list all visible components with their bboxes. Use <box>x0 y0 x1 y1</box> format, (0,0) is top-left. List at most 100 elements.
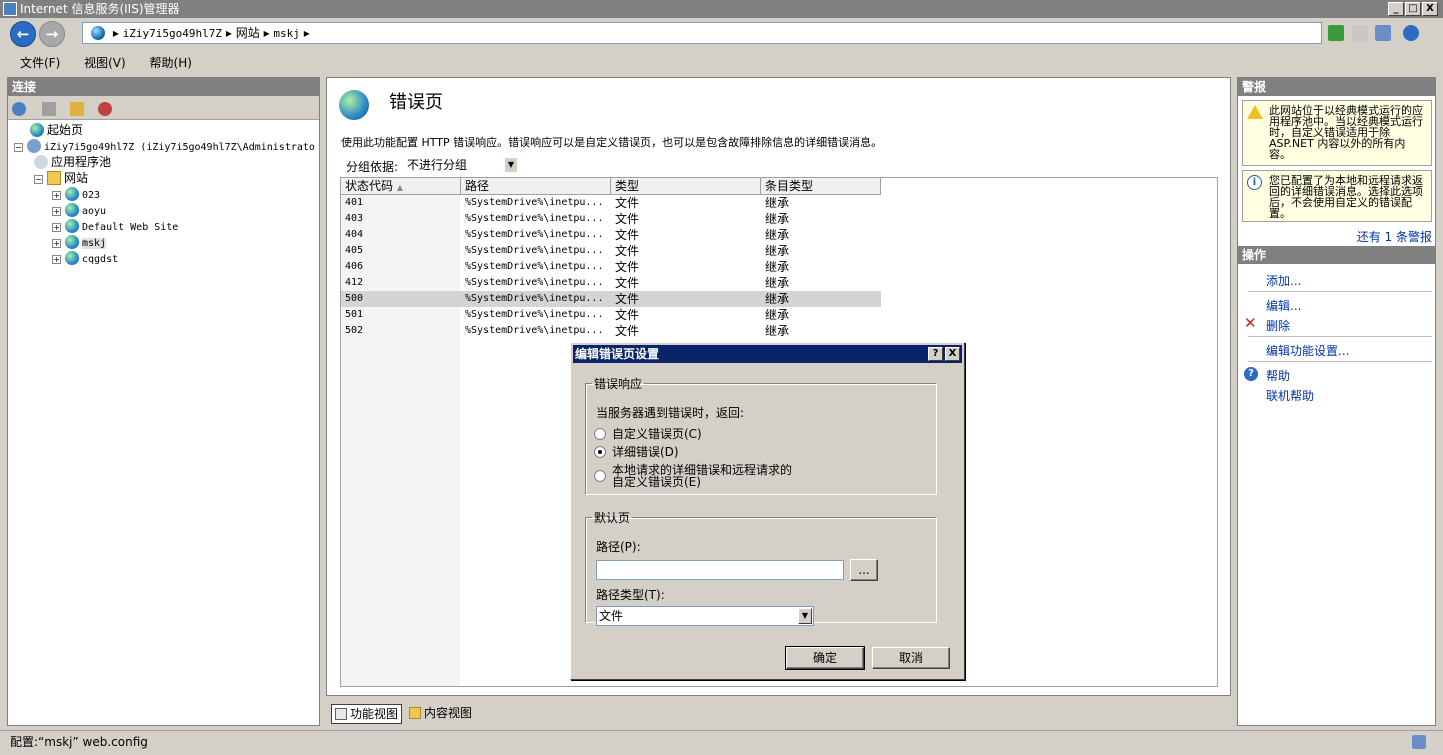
disconnect-icon[interactable] <box>98 102 112 116</box>
close-button[interactable]: X <box>1422 2 1438 16</box>
table-row[interactable]: 403 %SystemDrive%\inetpu... 文件 继承 <box>341 211 881 227</box>
col-path[interactable]: 路径 <box>461 178 611 195</box>
tree-node-label[interactable]: iZiy7i5go49hl7Z (iZiy7i5go49hl7Z\Adminis… <box>44 142 315 153</box>
cancel-button[interactable]: 取消 <box>872 647 950 669</box>
stop-icon[interactable] <box>1352 25 1368 41</box>
alert-detailed-errors: i 您已配置了为本地和远程请求返回的详细错误消息。选择此选项后，不会使用自定义的… <box>1242 170 1432 222</box>
radio-local-detailed[interactable] <box>594 470 606 482</box>
table-row[interactable]: 401 %SystemDrive%\inetpu... 文件 继承 <box>341 195 881 211</box>
back-arrow-icon[interactable]: ← <box>10 21 36 47</box>
action-delete[interactable]: 删除 <box>1266 317 1290 334</box>
save-icon[interactable] <box>42 102 56 116</box>
table-row[interactable]: 502 %SystemDrive%\inetpu... 文件 继承 <box>341 323 881 339</box>
cell-path: %SystemDrive%\inetpu... <box>465 309 604 320</box>
up-folder-icon[interactable] <box>70 102 84 116</box>
tab-features-view[interactable]: 功能视图 <box>331 704 403 724</box>
radio-detailed-error[interactable] <box>594 446 606 458</box>
expand-icon[interactable]: + <box>52 255 61 264</box>
app-pool-icon <box>34 155 48 169</box>
delete-x-icon: ✕ <box>1244 314 1257 332</box>
home-icon[interactable] <box>1375 25 1391 41</box>
cell-path: %SystemDrive%\inetpu... <box>465 197 604 208</box>
tree-node-label[interactable]: Default Web Site <box>82 222 178 233</box>
tree-node-label[interactable]: mskj <box>82 238 107 249</box>
path-type-select[interactable]: 文件 ▼ <box>596 606 814 626</box>
breadcrumb-server[interactable]: iZiy7i5go49hl7Z <box>123 27 222 40</box>
tree-node-label[interactable]: 网站 <box>64 171 88 185</box>
table-row[interactable]: 404 %SystemDrive%\inetpu... 文件 继承 <box>341 227 881 243</box>
table-row[interactable]: 406 %SystemDrive%\inetpu... 文件 继承 <box>341 259 881 275</box>
server-icon <box>27 139 41 153</box>
radio-detailed-error-label[interactable]: 详细错误(D) <box>612 446 679 459</box>
dialog-help-button[interactable]: ? <box>928 347 943 361</box>
tree-node[interactable]: +023 <box>52 186 100 202</box>
address-bar[interactable]: ▸ iZiy7i5go49hl7Z ▸ 网站 ▸ mskj ▸ <box>82 22 1322 44</box>
tree-node-label[interactable]: cqgdst <box>82 254 118 265</box>
refresh-icon[interactable] <box>1328 25 1344 41</box>
browse-button[interactable]: ... <box>850 559 878 581</box>
col-entry-type[interactable]: 条目类型 <box>761 178 881 195</box>
network-icon <box>1412 735 1426 749</box>
radio-local-detailed-label-2[interactable]: 自定义错误页(E) <box>612 476 701 489</box>
menu-file[interactable]: 文件(F) <box>20 56 60 70</box>
action-edit[interactable]: 编辑... <box>1266 297 1301 314</box>
breadcrumb-sep: ▸ <box>112 26 119 40</box>
action-help[interactable]: 帮助 <box>1266 367 1290 384</box>
table-row[interactable]: 501 %SystemDrive%\inetpu... 文件 继承 <box>341 307 881 323</box>
tree-node[interactable]: 起始页 <box>30 122 83 138</box>
breadcrumb-sites[interactable]: 网站 <box>236 26 260 40</box>
tree-node[interactable]: + cqgdst <box>52 250 118 266</box>
radio-custom-error[interactable] <box>594 428 606 440</box>
ok-button[interactable]: 确定 <box>785 646 865 670</box>
chevron-down-icon[interactable]: ▼ <box>505 158 517 172</box>
table-row[interactable]: 405 %SystemDrive%\inetpu... 文件 继承 <box>341 243 881 259</box>
tree-node[interactable]: − 网站 <box>34 170 88 186</box>
tree-node-label[interactable]: 起始页 <box>47 123 83 137</box>
path-input[interactable] <box>596 560 844 580</box>
error-response-group: 错误响应 当服务器遇到错误时，返回: 自定义错误页(C) 详细错误(D) 本地请… <box>585 375 937 495</box>
expand-icon[interactable]: + <box>52 239 61 248</box>
tree-node[interactable]: + mskj <box>52 234 107 250</box>
action-add[interactable]: 添加... <box>1266 272 1301 289</box>
collapse-icon[interactable]: − <box>34 175 43 184</box>
cell-path: %SystemDrive%\inetpu... <box>465 213 604 224</box>
view-switcher: 功能视图 内容视图 <box>326 700 1231 726</box>
page-description: 使用此功能配置 HTTP 错误响应。错误响应可以是自定义错误页，也可以是包含故障… <box>341 136 883 149</box>
action-edit-feature-settings[interactable]: 编辑功能设置... <box>1266 342 1349 359</box>
help-icon[interactable] <box>1403 25 1419 41</box>
expand-icon[interactable]: + <box>52 223 61 232</box>
tree-node[interactable]: − iZiy7i5go49hl7Z (iZiy7i5go49hl7Z\Admini… <box>14 138 315 154</box>
action-online-help[interactable]: 联机帮助 <box>1266 387 1314 404</box>
more-alerts-link[interactable]: 还有 1 条警报 <box>1357 228 1432 245</box>
group-by-label: 分组依据: <box>346 160 399 174</box>
table-row[interactable]: 500 %SystemDrive%\inetpu... 文件 继承 <box>341 291 881 307</box>
collapse-icon[interactable]: − <box>14 143 23 152</box>
minimize-button[interactable]: _ <box>1388 2 1404 16</box>
tree-node-label[interactable]: 023 <box>82 190 100 201</box>
dialog-close-button[interactable]: X <box>945 347 960 361</box>
iis-app-icon <box>3 2 17 16</box>
tree-node[interactable]: 应用程序池 <box>34 154 111 170</box>
tree-node-label[interactable]: aoyu <box>82 206 106 217</box>
expand-icon[interactable]: + <box>52 207 61 216</box>
cell-type: 文件 <box>615 308 640 322</box>
menu-help[interactable]: 帮助(H) <box>150 56 192 70</box>
radio-custom-error-label[interactable]: 自定义错误页(C) <box>612 428 702 441</box>
path-type-value: 文件 <box>599 609 624 623</box>
col-status-code[interactable]: 状态代码 ▲ <box>341 178 461 195</box>
menu-view[interactable]: 视图(V) <box>84 56 126 70</box>
chevron-down-icon[interactable]: ▼ <box>798 608 812 624</box>
tree-node-label[interactable]: 应用程序池 <box>51 155 111 169</box>
tab-content-view[interactable]: 内容视图 <box>406 704 475 724</box>
tree-node[interactable]: + Default Web Site <box>52 218 178 234</box>
tree-node[interactable]: + aoyu <box>52 202 106 218</box>
forward-arrow-icon[interactable]: → <box>39 21 65 47</box>
cell-entry-type: 继承 <box>765 324 790 338</box>
table-row[interactable]: 412 %SystemDrive%\inetpu... 文件 继承 <box>341 275 881 291</box>
connect-icon[interactable] <box>12 102 26 116</box>
expand-icon[interactable]: + <box>52 191 61 200</box>
group-by-select[interactable]: 不进行分组 ▼ <box>403 156 519 174</box>
breadcrumb-site[interactable]: mskj <box>273 27 300 40</box>
maximize-button[interactable]: □ <box>1405 2 1421 16</box>
col-type[interactable]: 类型 <box>611 178 761 195</box>
